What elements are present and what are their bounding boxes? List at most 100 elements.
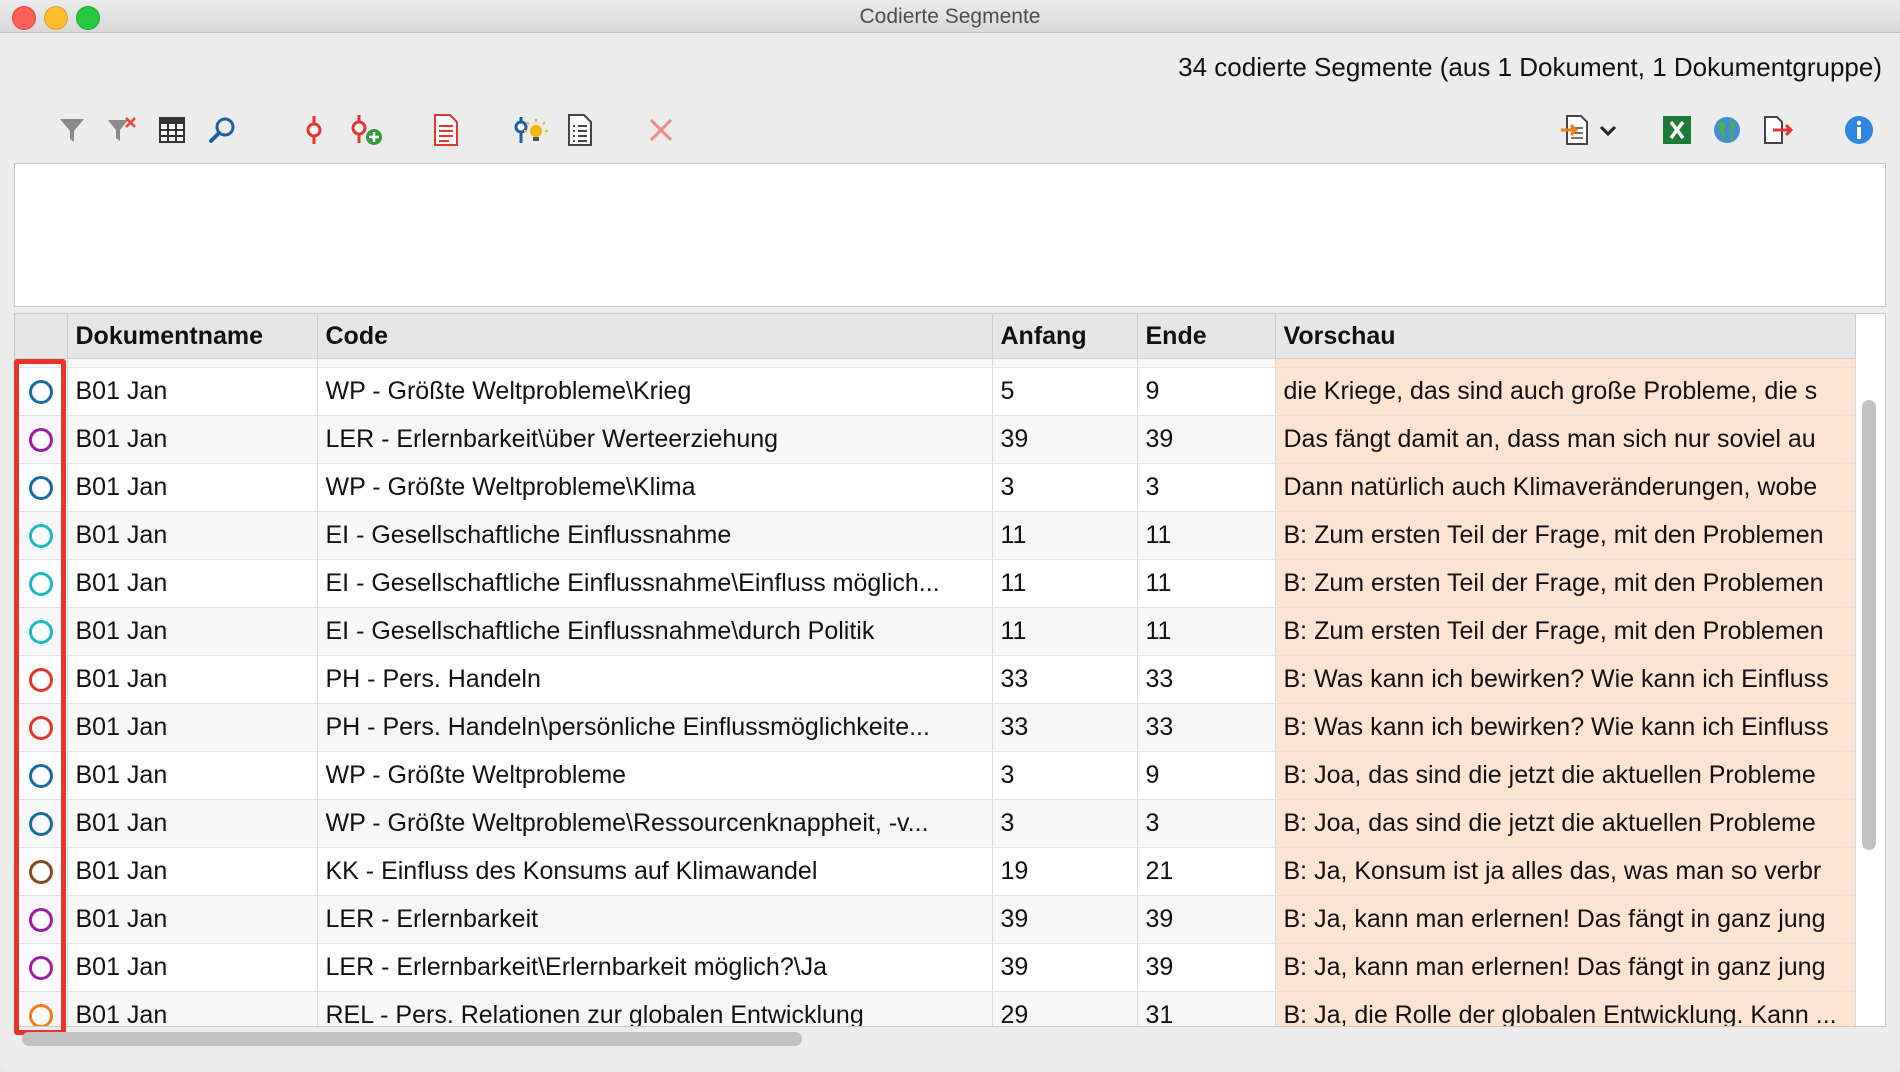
excel-export-button[interactable] [1656,100,1698,160]
table-row[interactable]: B01 Jan WP - Größte Weltprobleme 3 9 B: Joa,… [15,751,1856,800]
preview-cell: B: Joa, das sind die jetzt die aktuellen… [1275,751,1856,800]
segment-summary: 34 codierte Segmente (aus 1 Dokument, 1 … [1178,52,1882,82]
code-color-cell[interactable] [15,703,68,752]
search-button[interactable] [201,100,243,160]
table-row[interactable]: B01 Jan EI - Gesellschaftliche Einflussna… [15,511,1856,560]
document-cell: B01 Jan [67,943,318,992]
start-cell: 3 [992,463,1138,512]
code-color-cell[interactable] [15,655,68,704]
document-cell: B01 Jan [67,559,318,608]
column-header-end[interactable]: Ende [1137,314,1276,359]
column-header-mark[interactable] [15,314,68,359]
web-export-button[interactable] [1706,100,1748,160]
open-export-button[interactable] [1756,100,1798,160]
document-cell: B01 Jan [67,703,318,752]
code-color-cell[interactable] [15,895,68,944]
window-title: Codierte Segmente [859,5,1041,28]
table-row[interactable]: B01 Jan LER - Erlernbarkeit\über Werteerz… [15,415,1856,464]
column-header-preview[interactable]: Vorschau [1275,314,1856,359]
document-cell: B01 Jan [67,991,318,1026]
start-cell: 33 [992,655,1138,704]
table-row[interactable]: B01 Jan KK - Einfluss des Konsums auf Kli… [15,847,1856,896]
code-color-cell[interactable] [15,415,68,464]
filter-icon [60,119,84,142]
code-color-cell[interactable] [15,463,68,512]
preview-cell: B: Was kann ich bewirken? Wie kann ich E… [1275,655,1856,704]
preview-cell: die Kriege, das sind auch große Probleme… [1275,367,1856,416]
info-button[interactable] [1838,100,1880,160]
delete-button[interactable] [640,100,682,160]
excel-icon [1663,116,1691,144]
table-row[interactable]: B01 Jan REL - Pers. Relationen zur global… [15,991,1856,1026]
column-header-document[interactable]: Dokumentname [67,314,318,359]
vertical-scrollbar[interactable] [1862,400,1876,850]
start-cell: 3 [992,799,1138,848]
document-cell: B01 Jan [67,463,318,512]
code-color-cell[interactable] [15,607,68,656]
table-row[interactable]: B01 Jan PH - Pers. Handeln 33 33 B: Was kann… [15,655,1856,704]
start-cell: 11 [992,559,1138,608]
remove-filter-button[interactable] [101,100,143,160]
document-cell: B01 Jan [67,895,318,944]
list-icon [568,114,592,146]
code-cell: LER - Erlernbarkeit [317,895,993,944]
code-color-cell[interactable] [15,847,68,896]
code-color-cell[interactable] [15,511,68,560]
column-header-start[interactable]: Anfang [992,314,1138,359]
list-button[interactable] [559,100,601,160]
code-color-cell[interactable] [15,799,68,848]
code-color-cell[interactable] [15,559,68,608]
start-cell: 11 [992,607,1138,656]
add-code-button[interactable] [343,100,391,160]
table-row[interactable]: B01 Jan PH - Pers. Handeln\persönliche Ei… [15,703,1856,752]
preview-cell: B: Was kann ich bewirken? Wie kann ich E… [1275,703,1856,752]
document-button[interactable] [425,100,467,160]
end-cell: 9 [1137,367,1276,416]
code-color-icon [28,428,53,453]
start-cell: 39 [992,415,1138,464]
horizontal-scrollbar[interactable] [22,1032,802,1046]
code-color-cell[interactable] [15,367,68,416]
start-cell: 3 [992,751,1138,800]
code-cell: REL - Pers. Relationen zur globalen Entw… [317,991,993,1026]
code-color-icon [28,476,53,501]
document-cell: B01 Jan [67,415,318,464]
code-color-icon [28,812,53,837]
export-dropdown-button[interactable] [1558,100,1628,160]
end-cell: 9 [1137,751,1276,800]
table-row[interactable]: B01 Jan LER - Erlernbarkeit\Erlernbarkeit… [15,943,1856,992]
code-color-cell[interactable] [15,991,68,1026]
start-cell: 39 [992,943,1138,992]
start-cell: 5 [992,367,1138,416]
end-cell: 11 [1137,559,1276,608]
code-color-cell[interactable] [15,943,68,992]
table-row[interactable]: B01 Jan WP - Größte Weltprobleme\Krieg 5 9 d… [15,367,1856,416]
table-row[interactable]: B01 Jan LER - Erlernbarkeit 39 39 B: Ja, kan… [15,895,1856,944]
code-color-cell[interactable] [15,751,68,800]
table-row[interactable]: B01 Jan EI - Gesellschaftliche Einflussna… [15,559,1856,608]
code-icon [306,116,322,144]
code-cell: EI - Gesellschaftliche Einflussnahme\dur… [317,607,993,656]
code-color-icon [28,620,53,645]
end-cell: 3 [1137,463,1276,512]
smart-coding-button[interactable] [509,100,553,160]
code-button[interactable] [293,100,335,160]
columns-button[interactable] [151,100,193,160]
end-cell: 21 [1137,847,1276,896]
segment-preview-area[interactable] [14,163,1886,307]
code-cell: EI - Gesellschaftliche Einflussnahme [317,511,993,560]
filter-button[interactable] [51,100,93,160]
coded-segments-table: Dokumentname Code Anfang Ende Vorschau B… [14,313,1886,1027]
code-cell: PH - Pers. Handeln [317,655,993,704]
code-cell: EI - Gesellschaftliche Einflussnahme\Ein… [317,559,993,608]
preview-cell: B: Ja, kann man erlernen! Das fängt in g… [1275,943,1856,992]
table-row[interactable]: B01 Jan WP - Größte Weltprobleme\Klima 3 3 D… [15,463,1856,512]
column-header-code[interactable]: Code [317,314,993,359]
smart-coding-icon [514,117,548,143]
code-color-icon [28,860,53,885]
preview-cell: B: Joa, das sind die jetzt die aktuellen… [1275,799,1856,848]
document-cell: B01 Jan [67,655,318,704]
table-row[interactable]: B01 Jan WP - Größte Weltprobleme\Ressourc… [15,799,1856,848]
table-row[interactable]: B01 Jan EI - Gesellschaftliche Einflussna… [15,607,1856,656]
preview-cell: B: Zum ersten Teil der Frage, mit den Pr… [1275,607,1856,656]
